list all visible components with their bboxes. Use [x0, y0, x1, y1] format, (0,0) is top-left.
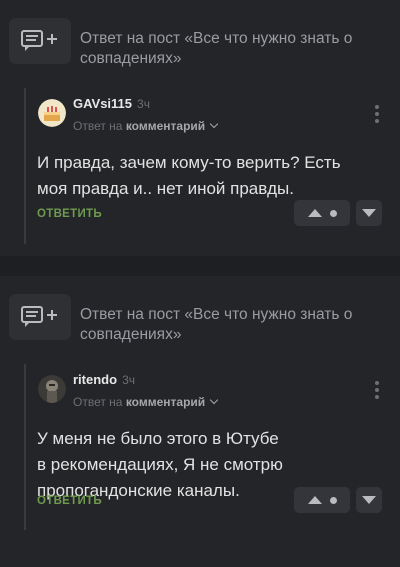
vote-down-button[interactable]: [356, 487, 382, 513]
username[interactable]: GAVsi115 3ч: [73, 96, 150, 111]
vote-controls: [294, 200, 382, 226]
username[interactable]: ritendo 3ч: [73, 372, 135, 387]
avatar[interactable]: [38, 99, 66, 127]
comment: ritendo 3ч Ответ на комментарий У меня не…: [24, 364, 394, 530]
comment-block: Ответ на пост «Все что нужно знать о сов…: [0, 276, 400, 567]
comment: GAVsi115 3ч Ответ на комментарий И правда…: [24, 88, 394, 244]
reply-target[interactable]: Ответ на комментарий: [73, 395, 219, 409]
post-reference[interactable]: Ответ на пост «Все что нужно знать о сов…: [9, 18, 380, 68]
vote-up-button[interactable]: [294, 200, 350, 226]
vote-up-icon: [307, 496, 322, 504]
post-title[interactable]: Ответ на пост «Все что нужно знать о сов…: [80, 29, 380, 69]
reply-target-link[interactable]: комментарий: [126, 119, 205, 133]
avatar-cake-icon: [38, 99, 66, 127]
vote-down-icon: [362, 209, 376, 217]
vote-neutral-icon: [329, 496, 337, 504]
reply-target[interactable]: Ответ на комментарий: [73, 119, 219, 133]
timestamp: 3ч: [122, 373, 135, 387]
avatar[interactable]: [38, 375, 66, 403]
answer-button[interactable]: ОТВЕТИТЬ: [37, 495, 102, 507]
reply-prefix: Ответ на: [73, 395, 123, 409]
vote-neutral-icon: [329, 209, 337, 217]
reply-prefix: Ответ на: [73, 119, 123, 133]
username-text[interactable]: GAVsi115: [73, 96, 132, 111]
more-vertical-icon[interactable]: [375, 381, 379, 399]
vote-up-icon: [307, 209, 322, 217]
chevron-down-icon[interactable]: [209, 119, 219, 129]
timestamp: 3ч: [137, 97, 150, 111]
avatar-photo-icon: [38, 375, 66, 403]
reply-target-link[interactable]: комментарий: [126, 395, 205, 409]
comment-text: И правда, зачем кому-то верить? Есть моя…: [37, 153, 341, 198]
username-text[interactable]: ritendo: [73, 372, 117, 387]
reply-post-icon: [9, 18, 71, 64]
vote-controls: [294, 487, 382, 513]
more-vertical-icon[interactable]: [375, 105, 379, 123]
vote-down-button[interactable]: [356, 200, 382, 226]
vote-up-button[interactable]: [294, 487, 350, 513]
answer-button[interactable]: ОТВЕТИТЬ: [37, 208, 102, 220]
post-reference[interactable]: Ответ на пост «Все что нужно знать о сов…: [9, 294, 380, 344]
reply-post-icon: [9, 294, 71, 340]
comment-block: Ответ на пост «Все что нужно знать о сов…: [0, 0, 400, 256]
chevron-down-icon[interactable]: [209, 395, 219, 405]
vote-down-icon: [362, 496, 376, 504]
post-title[interactable]: Ответ на пост «Все что нужно знать о сов…: [80, 305, 380, 345]
